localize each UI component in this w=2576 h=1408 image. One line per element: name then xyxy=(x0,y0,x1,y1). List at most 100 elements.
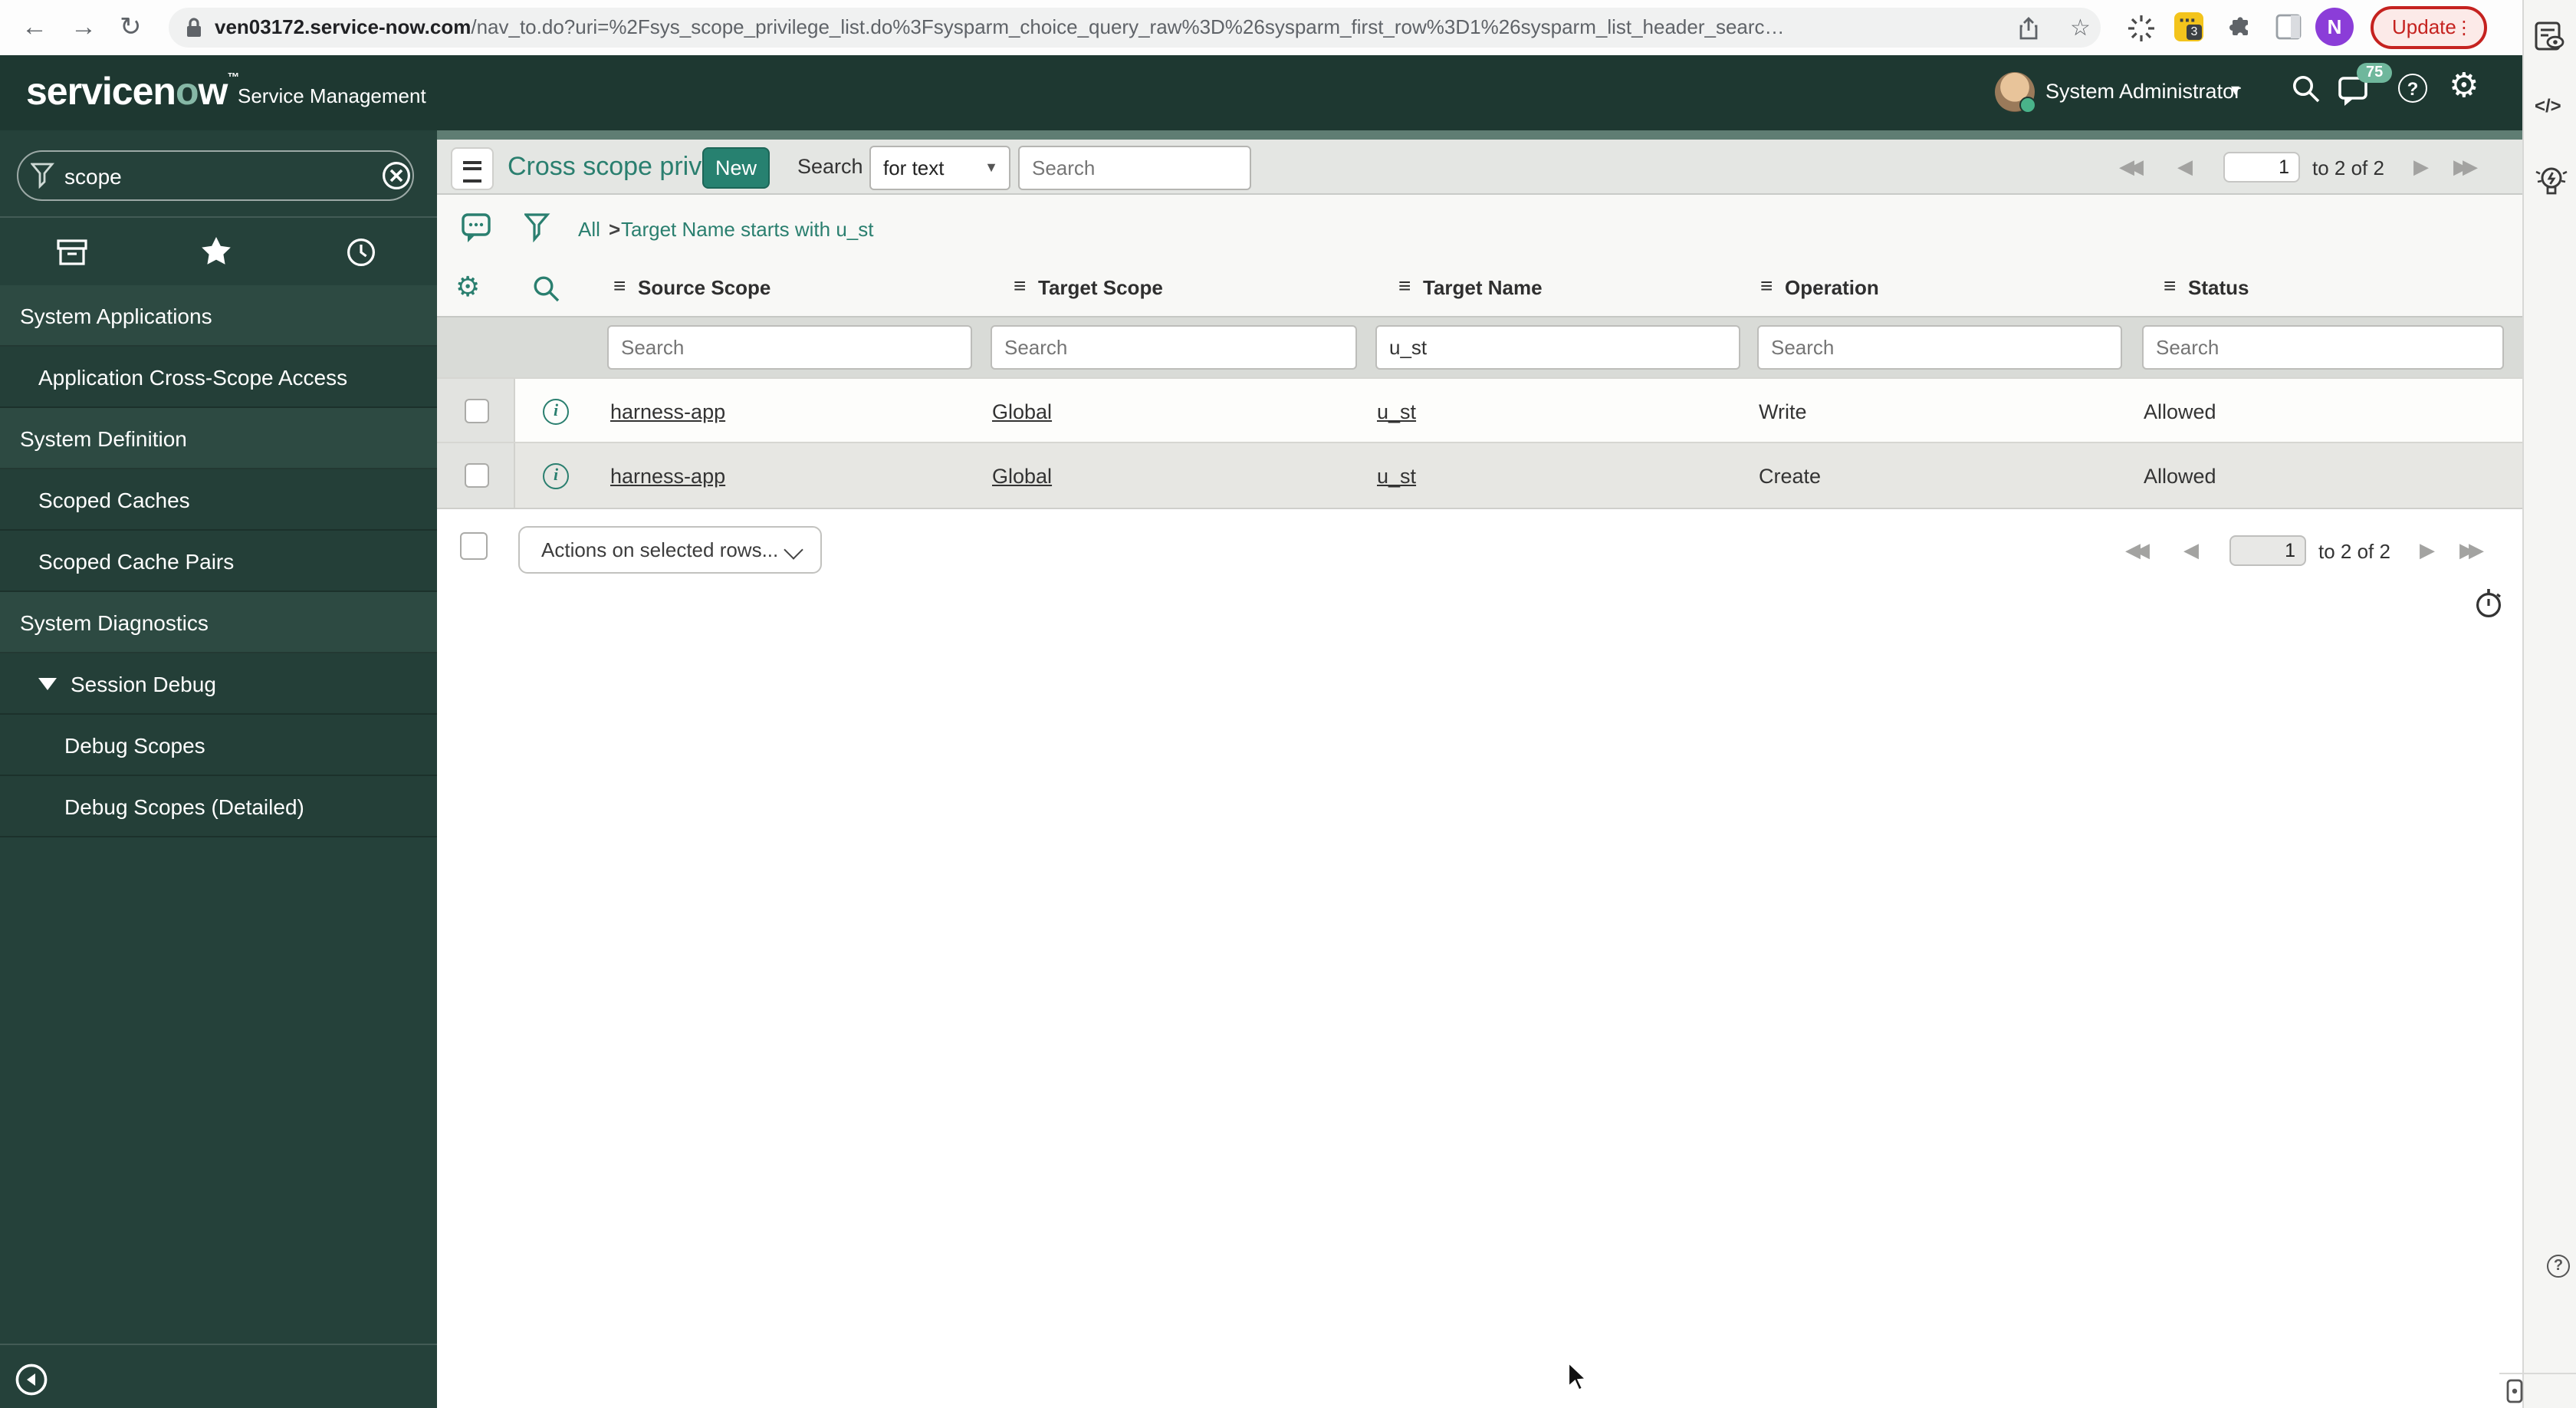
column-header-operation[interactable]: Operation xyxy=(1785,276,1879,299)
favorites-tab-icon[interactable] xyxy=(201,236,232,265)
page-number-input[interactable] xyxy=(2229,535,2306,566)
global-search-icon[interactable] xyxy=(2291,74,2321,104)
cell-source-scope-link[interactable]: harness-app xyxy=(610,400,725,423)
cell-target-name-link[interactable]: u_st xyxy=(1377,400,1416,423)
list-personalize-gear-icon[interactable]: ⚙ xyxy=(455,271,480,304)
user-caret-icon[interactable]: ▾ xyxy=(2231,80,2239,100)
module-label: Scoped Cache Pairs xyxy=(38,548,235,573)
browser-reload-icon[interactable]: ↻ xyxy=(120,14,142,40)
sidebar-item-session-debug[interactable]: Session Debug xyxy=(0,653,437,715)
cell-target-scope-link[interactable]: Global xyxy=(992,465,1052,488)
last-page-icon[interactable]: ▶▶ xyxy=(2453,155,2478,179)
first-page-icon[interactable]: ◀◀ xyxy=(2119,155,2144,179)
browser-update-button[interactable]: Update ⋮ xyxy=(2371,6,2487,49)
chevron-down-icon xyxy=(784,540,803,560)
response-time-stopwatch-icon[interactable] xyxy=(2475,587,2504,618)
sidebar-section-system-definition[interactable]: System Definition xyxy=(0,408,437,469)
breadcrumb-filter-link[interactable]: Target Name starts with u_st xyxy=(621,218,873,241)
filter-input-target-name[interactable] xyxy=(1375,325,1740,370)
help-icon[interactable]: ? xyxy=(2398,74,2427,103)
browser-menu-kebab-icon[interactable]: ⋮ xyxy=(2455,17,2473,38)
row-checkbox[interactable] xyxy=(465,463,489,488)
list-context-menu-button[interactable] xyxy=(451,147,494,190)
previous-page-icon[interactable]: ◀ xyxy=(2177,155,2193,179)
user-avatar[interactable] xyxy=(1995,72,2036,113)
filter-input-status[interactable] xyxy=(2142,325,2504,370)
column-menu-icon[interactable]: ≡ xyxy=(1014,273,1026,298)
filter-input-source-scope[interactable] xyxy=(607,325,972,370)
module-label: Session Debug xyxy=(71,671,216,696)
previous-page-icon[interactable]: ◀ xyxy=(2183,538,2199,563)
next-page-icon[interactable]: ▶ xyxy=(2413,155,2429,179)
sidebar-item-scoped-caches[interactable]: Scoped Caches xyxy=(0,469,437,531)
extension-yellow-icon[interactable]: ⋯ 3 xyxy=(2174,12,2203,41)
dock-pin-icon[interactable] xyxy=(2505,1379,2524,1403)
browser-back-icon[interactable]: ← xyxy=(21,14,48,40)
filter-input-target-scope[interactable] xyxy=(991,325,1357,370)
collapse-navigator-icon[interactable] xyxy=(15,1364,48,1396)
column-search-icon[interactable] xyxy=(532,275,560,302)
lightbulb-icon[interactable] xyxy=(2533,163,2570,199)
cell-target-scope-link[interactable]: Global xyxy=(992,400,1052,423)
row-checkbox[interactable] xyxy=(465,399,489,423)
sidebar-item-scoped-cache-pairs[interactable]: Scoped Cache Pairs xyxy=(0,531,437,592)
list-chat-icon[interactable] xyxy=(462,213,492,244)
sidebar-section-system-applications[interactable]: System Applications xyxy=(0,285,437,347)
servicenow-logo[interactable]: servicenow™ xyxy=(26,71,239,115)
column-header-status[interactable]: Status xyxy=(2188,276,2249,299)
clear-filter-icon[interactable] xyxy=(382,161,411,190)
browser-profile-avatar[interactable]: N xyxy=(2315,8,2354,46)
sidebar-item-debug-scopes[interactable]: Debug Scopes xyxy=(0,715,437,776)
extension-puzzle-icon[interactable] xyxy=(2226,14,2254,41)
column-menu-icon[interactable]: ≡ xyxy=(2164,273,2176,298)
list-search-input[interactable] xyxy=(1018,146,1251,190)
sidebar-divider xyxy=(0,216,437,218)
sidebar-item-application-cross-scope-access[interactable]: Application Cross-Scope Access xyxy=(0,347,437,408)
search-mode-select[interactable]: for text ▼ xyxy=(869,146,1010,190)
column-menu-icon[interactable]: ≡ xyxy=(1398,273,1411,298)
user-menu[interactable]: System Administrator xyxy=(2045,80,2241,103)
column-header-target-name[interactable]: Target Name xyxy=(1423,276,1543,299)
code-tools-icon[interactable]: </> xyxy=(2535,95,2561,117)
navigator-filter-value: scope xyxy=(64,164,122,189)
filter-input-operation[interactable] xyxy=(1757,325,2122,370)
cell-target-name-link[interactable]: u_st xyxy=(1377,465,1416,488)
settings-gear-icon[interactable]: ⚙ xyxy=(2449,66,2479,106)
hamburger-icon xyxy=(463,161,481,183)
page-number-input[interactable] xyxy=(2223,152,2300,183)
right-utility-strip: </> ? xyxy=(2522,0,2576,1408)
address-bar[interactable]: ven03172.service-now.com/nav_to.do?uri=%… xyxy=(169,8,2101,48)
page-notes-icon[interactable] xyxy=(2533,21,2567,52)
breadcrumb-funnel-icon[interactable] xyxy=(524,213,550,242)
breadcrumb-all-link[interactable]: All xyxy=(578,218,600,241)
record-info-icon[interactable]: i xyxy=(543,463,569,489)
select-all-checkbox[interactable] xyxy=(460,532,488,560)
record-info-icon[interactable]: i xyxy=(543,399,569,425)
extension-spinner-icon[interactable] xyxy=(2128,15,2154,41)
strip-help-icon[interactable]: ? xyxy=(2547,1255,2570,1278)
cell-source-scope-link[interactable]: harness-app xyxy=(610,465,725,488)
new-record-button[interactable]: New xyxy=(702,147,770,189)
url-path: /nav_to.do?uri=%2Fsys_scope_privilege_li… xyxy=(471,15,1785,38)
sidebar-section-system-diagnostics[interactable]: System Diagnostics xyxy=(0,592,437,653)
history-tab-icon[interactable] xyxy=(347,238,376,267)
sidebar-item-debug-scopes-detailed[interactable]: Debug Scopes (Detailed) xyxy=(0,776,437,837)
all-applications-tab-icon[interactable] xyxy=(57,239,87,265)
browser-forward-icon[interactable]: → xyxy=(71,14,97,40)
column-header-target-scope[interactable]: Target Scope xyxy=(1038,276,1163,299)
column-menu-icon[interactable]: ≡ xyxy=(613,273,626,298)
column-header-source-scope[interactable]: Source Scope xyxy=(638,276,770,299)
actions-on-selected-rows-select[interactable]: Actions on selected rows... xyxy=(518,526,822,574)
bookmark-star-icon[interactable]: ☆ xyxy=(2070,14,2091,41)
extension-panel-icon[interactable] xyxy=(2275,14,2302,40)
column-menu-icon[interactable]: ≡ xyxy=(1760,273,1773,298)
expand-triangle-icon[interactable] xyxy=(38,677,57,689)
row-select-cell xyxy=(437,379,515,443)
cell-operation: Create xyxy=(1759,465,1822,488)
last-page-icon[interactable]: ▶▶ xyxy=(2459,538,2484,563)
navigator-filter[interactable]: scope xyxy=(17,150,414,201)
share-icon[interactable] xyxy=(2018,17,2039,40)
first-page-icon[interactable]: ◀◀ xyxy=(2125,538,2150,563)
cell-operation: Write xyxy=(1759,400,1807,423)
next-page-icon[interactable]: ▶ xyxy=(2420,538,2435,563)
